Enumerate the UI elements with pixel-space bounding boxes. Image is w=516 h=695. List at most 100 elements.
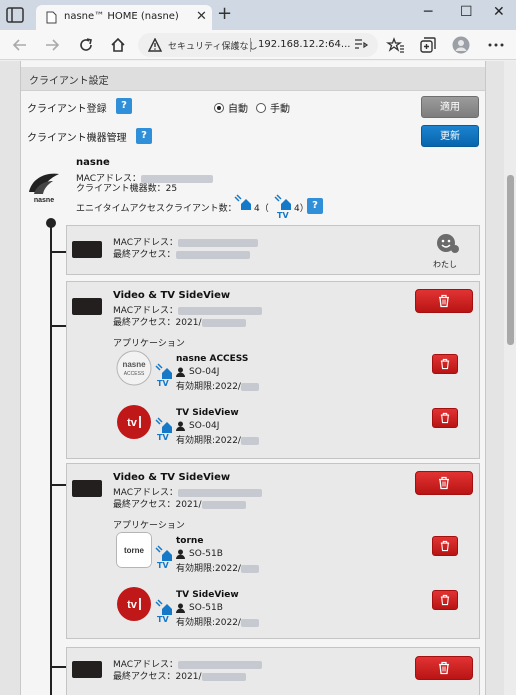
anytime-count-1: 4（ [254,204,269,214]
apps-label: アプリケーション [113,339,185,349]
url-text[interactable]: 192.168.12.2:64... [258,39,350,50]
torne-app-icon: torne [116,532,152,568]
collections-icon[interactable] [418,35,438,55]
app-name: TV SideView [176,590,239,600]
nasne-access-app-icon: nasne ACCESS [116,350,152,386]
tv-label: TV [277,211,289,220]
delete-device-button[interactable] [415,289,473,313]
device-icon [72,298,102,315]
device-last-access-label: 最終アクセス：2021/ [113,500,202,510]
device-mgmt-help-button[interactable]: ? [136,128,152,144]
tab-actions-icon[interactable] [6,7,24,23]
page-content: クライアント設定 クライアント登録 ? 自動 手動 適用 クライアント機器管理 … [0,61,516,695]
active-tab[interactable]: nasne™ HOME (nasne) ✕ [36,5,212,30]
panel-title: クライアント設定 [29,76,109,87]
new-tab-button[interactable]: + [217,3,232,24]
delete-device-button[interactable] [415,471,473,495]
delete-app-button[interactable] [432,408,458,428]
app-tv-label: TV [157,379,169,388]
security-status[interactable]: セキュリティ保護なし [168,39,257,52]
home-icon[interactable] [108,35,128,55]
device-icon [72,480,102,497]
address-divider [250,38,251,52]
app-expiry: 有効期限:2022/ [176,615,259,628]
app-expiry-label: 有効期限:2022/ [176,436,241,446]
window-close-button[interactable]: ✕ [493,4,505,20]
registration-help-button[interactable]: ? [116,98,132,114]
device-last-access-label: 最終アクセス：2021/ [113,318,202,328]
device-title: Video & TV SideView [113,472,231,483]
app-name: torne [176,536,204,546]
device-card: Video & TV SideView MACアドレス： 最終アクセス：2021… [66,281,480,459]
app-device: SO-51B [189,549,223,559]
app-device: SO-51B [189,603,223,613]
device-title: Video & TV SideView [113,290,231,301]
app-expiry: 有効期限:2022/ [176,561,259,574]
delete-app-button[interactable] [432,536,458,556]
user-icon [176,603,185,613]
nasne-access-icon-sub: ACCESS [124,371,145,377]
auto-radio-label[interactable]: 自動 [228,100,248,115]
read-aloud-icon[interactable] [353,37,369,53]
page-icon [46,11,57,24]
self-device-card[interactable]: MACアドレス： 最終アクセス： わたし [66,225,480,275]
tab-title: nasne™ HOME (nasne) [64,11,179,22]
nasne-logo-icon: nasne [29,173,59,204]
app-device: SO-04J [189,367,220,377]
more-menu-icon[interactable] [486,35,506,55]
torne-icon-text: torne [124,546,145,555]
forward-icon[interactable] [42,35,62,55]
anytime-help-button[interactable]: ? [307,198,323,214]
tv-sideview-app-icon: tv [117,587,151,621]
reload-icon[interactable] [76,35,96,55]
app-tv-icon [155,417,172,433]
delete-device-button[interactable] [415,656,473,680]
apply-button[interactable]: 適用 [421,96,479,118]
apps-label: アプリケーション [113,521,185,531]
self-last-access: 最終アクセス： [113,247,250,260]
delete-app-button[interactable] [432,590,458,610]
user-icon [176,421,185,431]
delete-app-button[interactable] [432,354,458,374]
registration-label: クライアント登録 [27,104,107,115]
manual-radio-label[interactable]: 手動 [270,100,290,115]
app-device: SO-04J [189,421,220,431]
tab-close-icon[interactable]: ✕ [196,9,207,24]
app-tv-label: TV [157,615,169,624]
maximize-button[interactable]: ☐ [460,4,473,20]
trash-icon [440,540,450,552]
warning-icon[interactable] [148,38,162,52]
auto-radio[interactable] [214,103,224,113]
app-tv-label: TV [157,433,169,442]
trash-icon [440,594,450,606]
browser-toolbar: セキュリティ保護なし 192.168.12.2:64... [0,30,516,60]
client-settings-panel: クライアント設定 クライアント登録 ? 自動 手動 適用 クライアント機器管理 … [20,61,486,695]
refresh-button[interactable]: 更新 [421,125,479,147]
app-expiry: 有効期限:2022/ [176,379,259,392]
nasne-device-name: nasne [76,157,110,168]
anytime-tv-icon-2 [274,194,291,210]
device-card: MACアドレス： 最終アクセス：2021/ [66,647,480,695]
device-mgmt-label: クライアント機器管理 [27,133,127,144]
profile-avatar-icon[interactable] [451,35,471,55]
app-name: TV SideView [176,408,239,418]
scroll-thumb[interactable] [507,175,514,345]
tree-line [50,223,52,695]
favorites-icon[interactable] [386,35,406,55]
address-bar[interactable]: セキュリティ保護なし 192.168.12.2:64... [138,33,378,57]
tv-sideview-app-icon: tv [117,405,151,439]
tv-sideview-icon-text: tv [127,417,138,429]
minimize-button[interactable]: ─ [424,4,432,20]
nasne-access-icon-text: nasne [122,360,146,369]
app-expiry-label: 有効期限:2022/ [176,382,241,392]
tree-branch [51,484,67,486]
user-icon [176,367,185,377]
nasne-logo-text: nasne [34,197,54,204]
page-scrollbar[interactable] [504,61,516,695]
manual-radio[interactable] [256,103,266,113]
app-tv-icon [155,363,172,379]
self-last-access-label: 最終アクセス： [113,250,176,260]
back-icon[interactable] [10,35,30,55]
panel-header: クライアント設定 [21,67,485,91]
device-last-access: 最終アクセス：2021/ [113,315,246,328]
